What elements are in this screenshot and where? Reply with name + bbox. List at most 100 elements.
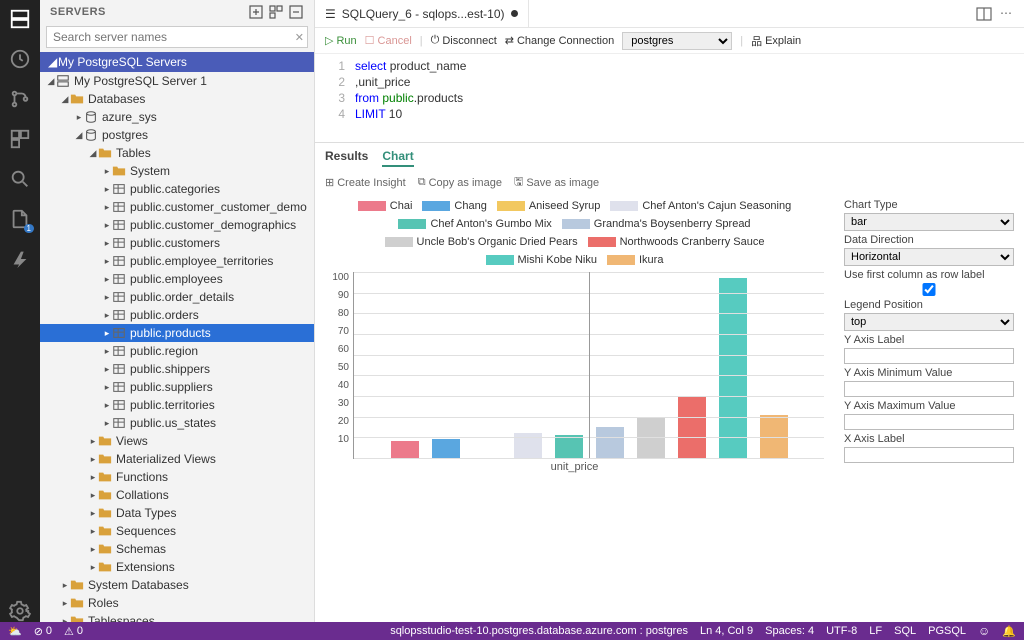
tree-item[interactable]: ▸Views bbox=[40, 432, 314, 450]
tree-item[interactable]: ▸public.suppliers bbox=[40, 378, 314, 396]
notifications-icon[interactable]: 🔔 bbox=[1002, 625, 1016, 638]
settings-gear-icon[interactable] bbox=[9, 600, 31, 622]
run-button[interactable]: ▷ Run bbox=[325, 34, 357, 47]
status-azure-icon[interactable]: ⛅ bbox=[8, 625, 22, 638]
tree-item[interactable]: ▸Schemas bbox=[40, 540, 314, 558]
tree-item[interactable]: ▸Functions bbox=[40, 468, 314, 486]
search-input[interactable] bbox=[46, 26, 308, 48]
tree-item[interactable]: ▸Tablespaces bbox=[40, 612, 314, 622]
search-icon[interactable] bbox=[9, 168, 31, 190]
chart-bar bbox=[596, 427, 624, 458]
tree-item[interactable]: ▸Sequences bbox=[40, 522, 314, 540]
status-encoding[interactable]: UTF-8 bbox=[826, 625, 857, 637]
history-icon[interactable] bbox=[9, 48, 31, 70]
status-provider[interactable]: PGSQL bbox=[928, 625, 966, 637]
copy-image-button[interactable]: ⧉ Copy as image bbox=[418, 173, 502, 192]
legend-item: Grandma's Boysenberry Spread bbox=[562, 218, 751, 230]
status-warnings[interactable]: ⚠ 0 bbox=[64, 625, 83, 638]
change-connection-button[interactable]: ⇄ Change Connection bbox=[505, 34, 614, 47]
data-direction-select[interactable]: Horizontal bbox=[844, 248, 1014, 266]
split-editor-icon[interactable] bbox=[976, 6, 992, 22]
y-max-input[interactable] bbox=[844, 414, 1014, 430]
tree-item[interactable]: ▸public.products bbox=[40, 324, 314, 342]
status-language[interactable]: SQL bbox=[894, 625, 916, 637]
tree-item[interactable]: ▸Extensions bbox=[40, 558, 314, 576]
collapse-icon[interactable] bbox=[288, 4, 304, 20]
clear-search-icon[interactable]: ✕ bbox=[295, 31, 304, 44]
tree-item[interactable]: ▸Roles bbox=[40, 594, 314, 612]
tree-item[interactable]: ▸System Databases bbox=[40, 576, 314, 594]
tree-item[interactable]: ▸Materialized Views bbox=[40, 450, 314, 468]
more-icon[interactable]: ⋯ bbox=[1000, 6, 1016, 22]
tree-item[interactable]: ▸public.shippers bbox=[40, 360, 314, 378]
new-connection-icon[interactable] bbox=[248, 4, 264, 20]
tree-item[interactable]: ▸public.customer_demographics bbox=[40, 216, 314, 234]
tree-item[interactable]: ▸public.us_states bbox=[40, 414, 314, 432]
status-eol[interactable]: LF bbox=[869, 625, 882, 637]
legend-position-select[interactable]: top bbox=[844, 313, 1014, 331]
table-icon bbox=[112, 254, 126, 268]
status-position[interactable]: Ln 4, Col 9 bbox=[700, 625, 753, 637]
tree-item[interactable]: ▸public.employee_territories bbox=[40, 252, 314, 270]
tree-item[interactable]: ▸System bbox=[40, 162, 314, 180]
tree-item[interactable]: ▸Data Types bbox=[40, 504, 314, 522]
y-min-input[interactable] bbox=[844, 381, 1014, 397]
chart-type-select[interactable]: bar bbox=[844, 213, 1014, 231]
tree-item[interactable]: ◢postgres bbox=[40, 126, 314, 144]
legend-swatch-icon bbox=[422, 201, 450, 211]
create-insight-button[interactable]: ⊞ Create Insight bbox=[325, 173, 406, 192]
cancel-button[interactable]: ☐ Cancel bbox=[365, 34, 412, 47]
tree-item[interactable]: ▸public.customer_customer_demo bbox=[40, 198, 314, 216]
editor-tab[interactable]: ☰ SQLQuery_6 - sqlops...est-10) bbox=[315, 0, 529, 27]
table-icon bbox=[112, 272, 126, 286]
x-axis-label-input[interactable] bbox=[844, 447, 1014, 463]
tree-item[interactable]: ◢Tables bbox=[40, 144, 314, 162]
status-connection[interactable]: sqlopsstudio-test-10.postgres.database.a… bbox=[390, 625, 688, 637]
table-icon bbox=[112, 380, 126, 394]
tab-title: SQLQuery_6 - sqlops...est-10) bbox=[342, 7, 505, 21]
tree-item[interactable]: ▸public.region bbox=[40, 342, 314, 360]
explain-button[interactable]: 品 Explain bbox=[751, 33, 801, 49]
feedback-icon[interactable]: ☺ bbox=[978, 624, 990, 638]
object-explorer-tree[interactable]: ◢My PostgreSQL Server 1◢Databases▸azure_… bbox=[40, 72, 314, 622]
tree-item[interactable]: ▸public.employees bbox=[40, 270, 314, 288]
y-axis-label-input[interactable] bbox=[844, 348, 1014, 364]
new-group-icon[interactable] bbox=[268, 4, 284, 20]
tree-item[interactable]: ▸public.categories bbox=[40, 180, 314, 198]
results-tab[interactable]: Results bbox=[325, 147, 368, 167]
chart-bar bbox=[719, 278, 747, 458]
tree-item[interactable]: ▸Collations bbox=[40, 486, 314, 504]
legend-swatch-icon bbox=[588, 237, 616, 247]
tree-item[interactable]: ▸public.territories bbox=[40, 396, 314, 414]
folder-icon bbox=[98, 524, 112, 538]
chart-tab[interactable]: Chart bbox=[382, 147, 413, 167]
azure-icon[interactable] bbox=[9, 248, 31, 270]
servers-icon[interactable] bbox=[9, 8, 31, 30]
database-select[interactable]: postgres bbox=[622, 32, 732, 50]
disconnect-button[interactable]: ⏻ Disconnect bbox=[431, 34, 497, 47]
tree-item[interactable]: ▸azure_sys bbox=[40, 108, 314, 126]
source-control-icon[interactable] bbox=[9, 88, 31, 110]
server-group-header[interactable]: ◢My PostgreSQL Servers bbox=[40, 52, 314, 72]
chart-bar bbox=[391, 441, 419, 458]
chart-pane: ChaiChangAniseed SyrupChef Anton's Cajun… bbox=[315, 198, 834, 477]
tree-item[interactable]: ◢Databases bbox=[40, 90, 314, 108]
tree-item[interactable]: ▸public.orders bbox=[40, 306, 314, 324]
tree-item[interactable]: ▸public.order_details bbox=[40, 288, 314, 306]
sql-editor[interactable]: 1234 select product_name,unit_pricefrom … bbox=[315, 54, 1024, 142]
status-errors[interactable]: ⊘ 0 bbox=[34, 625, 52, 638]
y-axis-label-label: Y Axis Label bbox=[844, 334, 1014, 346]
extensions-icon[interactable] bbox=[9, 128, 31, 150]
save-image-button[interactable]: 🖫 Save as image bbox=[514, 173, 599, 192]
folder-icon bbox=[98, 470, 112, 484]
legend-swatch-icon bbox=[562, 219, 590, 229]
tree-item[interactable]: ▸public.customers bbox=[40, 234, 314, 252]
status-spaces[interactable]: Spaces: 4 bbox=[765, 625, 814, 637]
use-first-col-label: Use first column as row label bbox=[844, 269, 1014, 281]
data-direction-label: Data Direction bbox=[844, 234, 1014, 246]
tree-item[interactable]: ◢My PostgreSQL Server 1 bbox=[40, 72, 314, 90]
use-first-col-checkbox[interactable] bbox=[844, 283, 1014, 296]
folder-icon bbox=[70, 614, 84, 622]
chart-plot bbox=[353, 272, 824, 459]
explorer-icon[interactable] bbox=[9, 208, 31, 230]
